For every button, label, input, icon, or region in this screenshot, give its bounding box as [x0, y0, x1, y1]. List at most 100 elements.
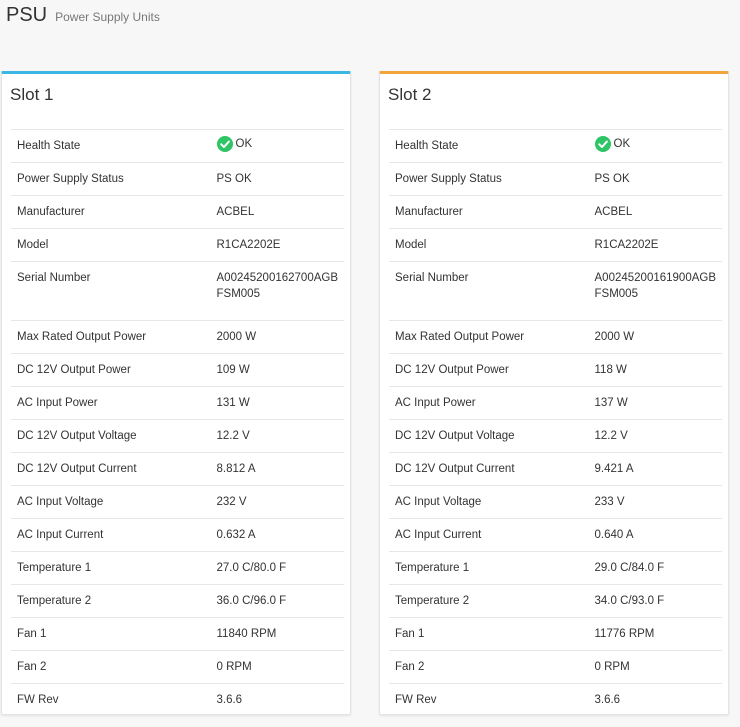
- row-label: Temperature 2: [17, 595, 92, 607]
- row-value: 3.6.6: [594, 694, 621, 706]
- table-row: Temperature 2 36.0 C/96.0 F: [11, 584, 344, 618]
- row-label: Power Supply Status: [395, 173, 502, 185]
- row-label: AC Input Current: [17, 529, 104, 541]
- row-value: 109 W: [216, 364, 250, 376]
- table-row: Fan 2 0 RPM: [11, 650, 344, 684]
- table-row: AC Input Voltage 233 V: [389, 485, 722, 519]
- row-value: 0 RPM: [216, 661, 252, 673]
- table-row: Serial Number A00245200161900AGB FSM005: [389, 261, 723, 321]
- row-label: Serial Number: [395, 272, 469, 284]
- row-value: 0 RPM: [594, 661, 630, 673]
- table-row: DC 12V Output Power 118 W: [389, 353, 722, 387]
- table-row: Power Supply Status PS OK: [11, 162, 344, 196]
- table-row: Power Supply Status PS OK: [389, 162, 722, 196]
- panel-title: Slot 2: [388, 85, 432, 104]
- page-title: PSU: [6, 4, 48, 26]
- psu-panel-slot-1: Slot 1 Health State OK Power Supply Stat…: [1, 71, 351, 715]
- row-label: DC 12V Output Power: [17, 364, 131, 376]
- health-status: OK: [594, 135, 631, 152]
- table-row: FW Rev 3.6.6: [389, 683, 722, 717]
- row-value: 131 W: [216, 397, 250, 409]
- table-row: AC Input Power 137 W: [389, 386, 722, 420]
- table-row: Temperature 1 27.0 C/80.0 F: [11, 551, 344, 585]
- row-label: DC 12V Output Current: [395, 463, 515, 475]
- table-row: Temperature 2 34.0 C/93.0 F: [389, 584, 722, 618]
- table-row: Fan 1 11776 RPM: [389, 617, 722, 651]
- row-value: 27.0 C/80.0 F: [216, 562, 287, 574]
- table-row: Max Rated Output Power 2000 W: [389, 320, 722, 354]
- row-label: Fan 2: [17, 661, 47, 673]
- row-value: 2000 W: [216, 331, 257, 343]
- row-value: 232 V: [216, 496, 247, 508]
- table-row: Model R1CA2202E: [11, 228, 344, 262]
- table-row: DC 12V Output Power 109 W: [11, 353, 344, 387]
- table-row: Fan 1 11840 RPM: [11, 617, 344, 651]
- table-row: Fan 2 0 RPM: [389, 650, 722, 684]
- table-row: Manufacturer ACBEL: [11, 195, 344, 229]
- table-row: AC Input Voltage 232 V: [11, 485, 344, 519]
- check-circle-icon: [216, 135, 233, 152]
- table-row: DC 12V Output Voltage 12.2 V: [11, 419, 344, 453]
- health-status-text: OK: [613, 137, 631, 150]
- table-row: Manufacturer ACBEL: [389, 195, 722, 229]
- row-label: DC 12V Output Current: [17, 463, 137, 475]
- row-label: AC Input Current: [395, 529, 482, 541]
- row-label: Temperature 1: [395, 562, 470, 574]
- row-label: FW Rev: [17, 694, 59, 706]
- row-value: A00245200162700AGB FSM005: [211, 262, 345, 321]
- table-row: AC Input Power 131 W: [11, 386, 344, 420]
- row-value: R1CA2202E: [594, 239, 659, 251]
- row-value: 118 W: [594, 364, 627, 376]
- check-circle-icon: [594, 135, 611, 152]
- row-value: 8.812 A: [216, 463, 256, 475]
- row-label: Health State: [395, 140, 459, 152]
- row-value: PS OK: [594, 173, 630, 185]
- row-label: FW Rev: [395, 694, 437, 706]
- row-label: Fan 2: [395, 661, 425, 673]
- row-value: 34.0 C/93.0 F: [594, 595, 665, 607]
- serial-line-1: A00245200161900AGB: [594, 272, 717, 284]
- psu-panel-slot-2: Slot 2 Health State OK Power Supply Stat…: [379, 71, 729, 715]
- table-row: DC 12V Output Voltage 12.2 V: [389, 419, 722, 453]
- row-value: 11840 RPM: [216, 628, 277, 640]
- psu-info-table: Health State OK Power Supply Status PS O…: [11, 129, 344, 716]
- row-label: Fan 1: [17, 628, 47, 640]
- row-value: 2000 W: [594, 331, 635, 343]
- table-row: Health State OK: [389, 129, 722, 163]
- row-value: ACBEL: [594, 206, 633, 218]
- serial-line-1: A00245200162700AGB: [216, 272, 339, 284]
- row-value: 12.2 V: [594, 430, 628, 442]
- panel-title: Slot 1: [10, 85, 54, 104]
- row-label: Manufacturer: [395, 206, 463, 218]
- row-label: AC Input Power: [17, 397, 98, 409]
- row-label: Fan 1: [395, 628, 425, 640]
- row-value: 0.640 A: [594, 529, 634, 541]
- row-label: Temperature 2: [395, 595, 470, 607]
- table-row: Model R1CA2202E: [389, 228, 722, 262]
- table-row: FW Rev 3.6.6: [11, 683, 344, 717]
- row-value: 12.2 V: [216, 430, 250, 442]
- row-value: 0.632 A: [216, 529, 256, 541]
- table-row: DC 12V Output Current 9.421 A: [389, 452, 722, 486]
- row-value: 9.421 A: [594, 463, 634, 475]
- row-value: 29.0 C/84.0 F: [594, 562, 665, 574]
- health-status-text: OK: [235, 137, 253, 150]
- row-value: OK: [211, 130, 345, 163]
- row-label: Max Rated Output Power: [395, 331, 525, 343]
- row-value: A00245200161900AGB FSM005: [589, 262, 723, 321]
- row-label: DC 12V Output Power: [395, 364, 509, 376]
- row-value: 11776 RPM: [594, 628, 655, 640]
- page-header: PSU Power Supply Units: [6, 4, 160, 27]
- row-value: 36.0 C/96.0 F: [216, 595, 287, 607]
- table-row: DC 12V Output Current 8.812 A: [11, 452, 344, 486]
- row-label: Model: [395, 239, 427, 251]
- row-label: Manufacturer: [17, 206, 85, 218]
- serial-line-2: FSM005: [594, 288, 638, 300]
- page-subtitle: Power Supply Units: [55, 10, 160, 24]
- row-value: 233 V: [594, 496, 625, 508]
- row-value: 3.6.6: [216, 694, 243, 706]
- psu-info-table: Health State OK Power Supply Status PS O…: [389, 129, 722, 716]
- health-status: OK: [216, 135, 253, 152]
- row-label: DC 12V Output Voltage: [17, 430, 137, 442]
- table-row: Max Rated Output Power 2000 W: [11, 320, 344, 354]
